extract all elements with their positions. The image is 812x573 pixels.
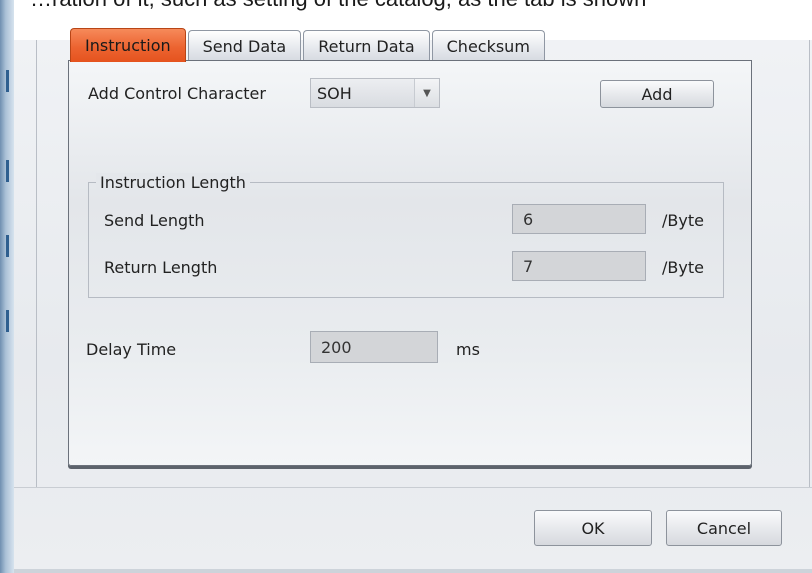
send-length-unit: /Byte	[662, 211, 704, 230]
chevron-down-icon[interactable]: ▼	[414, 79, 439, 107]
dialog-separator	[14, 487, 812, 488]
send-length-label: Send Length	[104, 211, 205, 230]
tab-return-data[interactable]: Return Data	[303, 30, 430, 62]
delay-time-unit: ms	[456, 340, 480, 359]
tab-instruction[interactable]: Instruction	[70, 28, 186, 62]
control-character-label: Add Control Character	[88, 84, 266, 103]
border-mark	[6, 310, 9, 332]
cancel-button[interactable]: Cancel	[666, 510, 782, 546]
window-left-border	[0, 0, 14, 573]
tab-strip: Instruction Send Data Return Data Checks…	[70, 26, 547, 62]
add-button[interactable]: Add	[600, 80, 714, 108]
return-length-field[interactable]: 7	[512, 251, 646, 281]
return-length-label: Return Length	[104, 258, 218, 277]
border-mark	[6, 235, 9, 257]
tab-checksum[interactable]: Checksum	[431, 30, 545, 62]
control-character-select[interactable]: SOH ▼	[310, 78, 440, 108]
cropped-header-text: …ration of it, such as setting of the ca…	[30, 0, 812, 12]
dialog-bottom-edge	[14, 569, 812, 573]
control-character-value: SOH	[317, 83, 352, 103]
delay-time-label: Delay Time	[86, 340, 177, 359]
tab-send-data[interactable]: Send Data	[187, 30, 302, 62]
instruction-length-title: Instruction Length	[96, 173, 250, 192]
send-length-field[interactable]: 6	[512, 204, 646, 234]
border-mark	[6, 70, 9, 92]
border-mark	[6, 160, 9, 182]
return-length-unit: /Byte	[662, 258, 704, 277]
ok-button[interactable]: OK	[534, 510, 652, 546]
delay-time-field[interactable]: 200	[310, 331, 438, 363]
